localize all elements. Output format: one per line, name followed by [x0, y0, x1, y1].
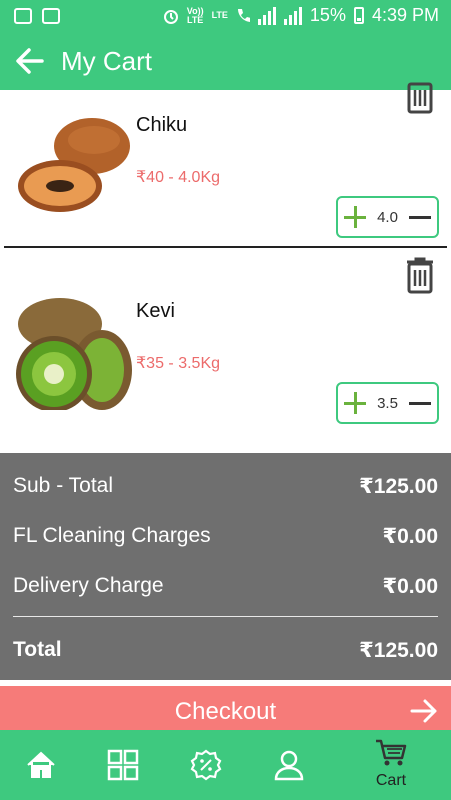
back-arrow-icon[interactable] [14, 45, 46, 77]
app-bar: My Cart [0, 33, 451, 90]
plus-icon[interactable] [344, 206, 366, 228]
delete-icon[interactable] [404, 256, 436, 294]
minus-icon[interactable] [408, 215, 431, 219]
subtotal-label: Sub - Total [13, 474, 114, 497]
delete-icon[interactable] [404, 76, 436, 114]
cleaning-charges-row: FL Cleaning Charges ₹0.00 [13, 524, 438, 549]
total-label: Total [13, 638, 62, 661]
grid-icon [107, 749, 139, 781]
clock: 4:39 PM [371, 5, 439, 25]
nav-categories[interactable] [88, 730, 158, 800]
cart-item: Chiku ₹40 - 4.0Kg 4.0 [0, 82, 451, 247]
quantity-stepper: 4.0 [336, 196, 439, 238]
arrow-right-icon [410, 699, 437, 723]
volte-indicator: Vo)) LTE [186, 5, 204, 25]
checkout-label: Checkout [174, 698, 277, 725]
quantity-value: 3.5 [377, 394, 398, 412]
sapodilla-image [18, 118, 130, 212]
nav-offers[interactable] [171, 730, 241, 800]
bottom-nav: Cart [0, 730, 451, 800]
nav-cart[interactable]: Cart [356, 730, 426, 800]
total-row: Total ₹125.00 [13, 638, 438, 663]
cart-item: Kevi ₹35 - 3.5Kg 3.5 [0, 248, 451, 448]
battery-icon [353, 7, 364, 24]
subtotal-value: ₹125.00 [359, 475, 438, 498]
signal-icon [257, 6, 276, 25]
total-value: ₹125.00 [359, 639, 438, 662]
signal-2-icon [283, 6, 302, 25]
alarm-icon [163, 9, 178, 24]
summary-divider [13, 616, 438, 617]
delivery-charge-value: ₹0.00 [382, 575, 438, 598]
item-name: Kevi [136, 300, 175, 322]
home-icon [27, 751, 55, 778]
battery-percent: 15% [309, 5, 346, 25]
subtotal-row: Sub - Total ₹125.00 [13, 474, 438, 499]
quantity-stepper: 3.5 [336, 382, 439, 424]
kiwi-image [16, 298, 132, 410]
cart-label: Cart [375, 772, 407, 789]
item-price: ₹40 - 4.0Kg [136, 169, 221, 186]
minus-icon[interactable] [408, 401, 431, 405]
item-price: ₹35 - 3.5Kg [136, 355, 221, 372]
nav-home[interactable] [6, 730, 76, 800]
item-name: Chiku [136, 114, 188, 136]
status-bar: Vo)) LTE LTE 15% 4:39 PM [0, 0, 451, 33]
lte-indicator: LTE [211, 10, 228, 20]
quantity-value: 4.0 [377, 208, 398, 226]
delivery-charge-row: Delivery Charge ₹0.00 [13, 574, 438, 599]
wifi-icon [42, 8, 60, 24]
page-title: My Cart [61, 46, 152, 76]
checkout-button[interactable]: Checkout [0, 686, 451, 736]
gallery-icon [14, 8, 32, 24]
nav-profile[interactable] [254, 730, 324, 800]
discount-badge-icon [190, 749, 222, 781]
plus-icon[interactable] [344, 392, 366, 414]
cart-icon [376, 739, 407, 766]
delivery-charge-label: Delivery Charge [13, 574, 164, 597]
cleaning-charges-value: ₹0.00 [382, 525, 438, 548]
order-summary: Sub - Total ₹125.00 FL Cleaning Charges … [0, 453, 451, 680]
cleaning-charges-label: FL Cleaning Charges [13, 524, 211, 547]
user-icon [274, 750, 304, 781]
phone-icon [237, 8, 250, 22]
